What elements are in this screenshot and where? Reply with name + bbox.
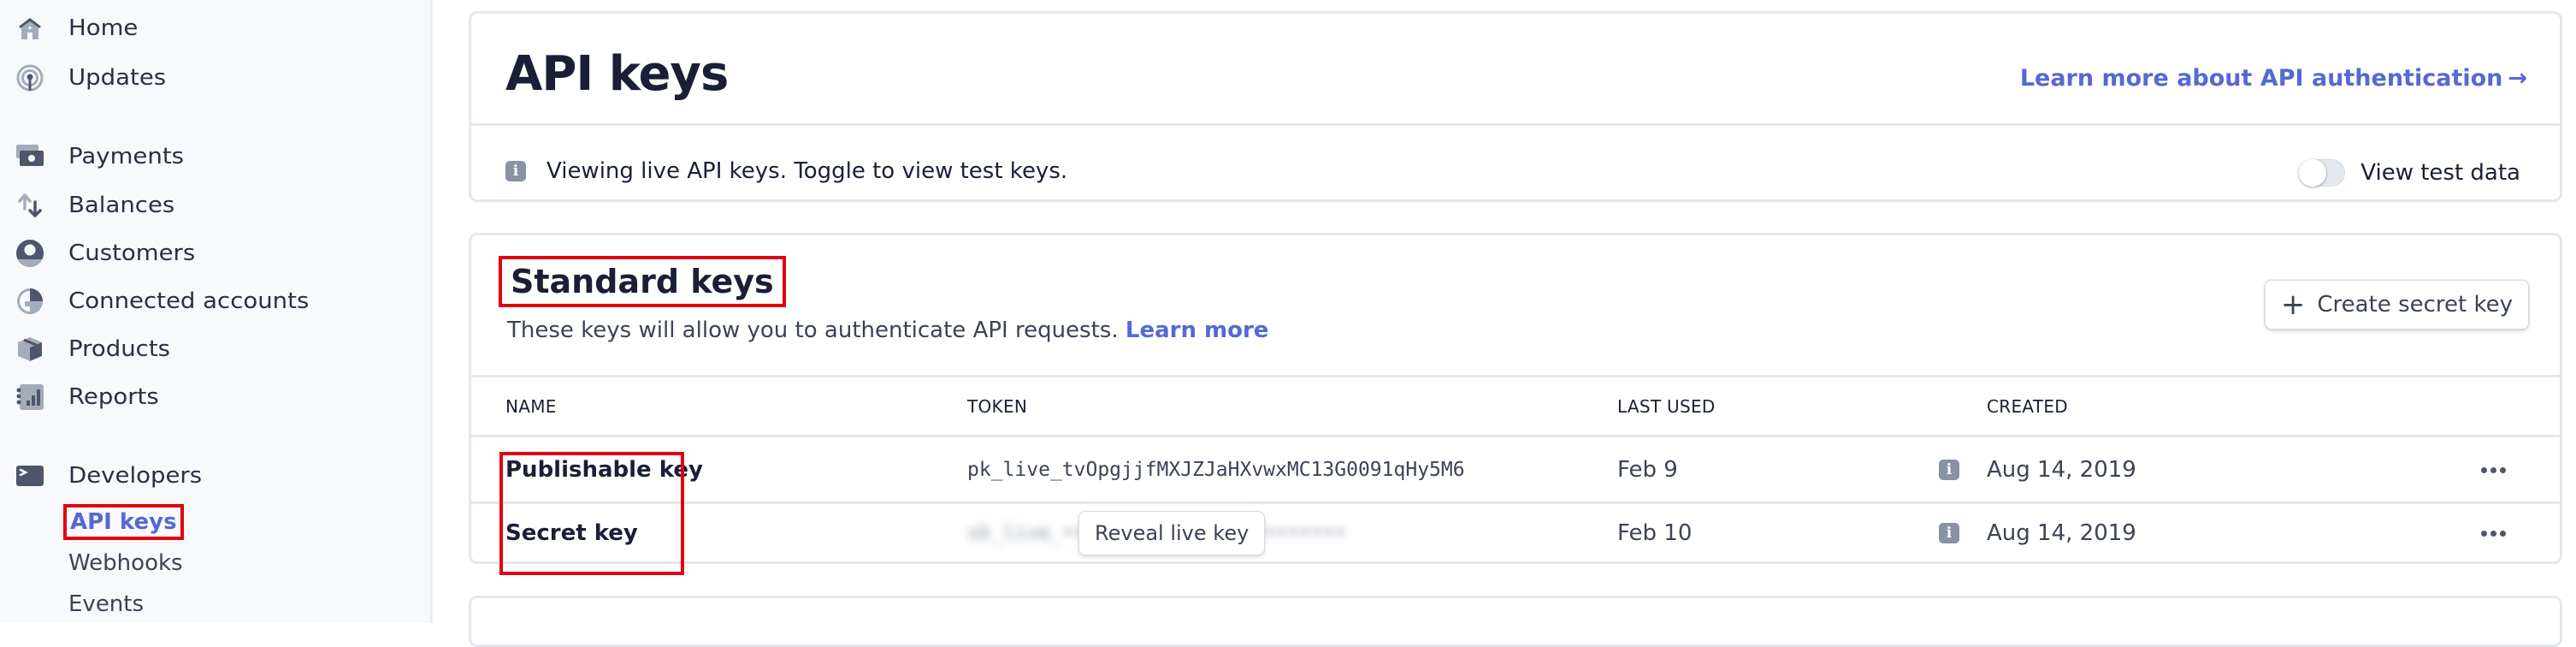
broadcast-icon (15, 63, 44, 92)
toggle-knob (2299, 159, 2327, 187)
key-created: Aug 14, 2019 (1987, 457, 2136, 483)
live-mode-notice: i Viewing live API keys. Toggle to view … (505, 151, 1067, 192)
sidebar: Home Updates Payments Balances Customers… (0, 0, 433, 623)
sidebar-item-label: Customers (68, 240, 196, 266)
sidebar-item-label: Updates (68, 65, 167, 91)
more-actions-button[interactable] (2481, 501, 2506, 566)
home-icon (15, 14, 44, 43)
view-test-data-toggle[interactable]: View test data (2299, 159, 2520, 187)
info-icon[interactable]: i (1939, 460, 1959, 480)
info-icon[interactable]: i (1939, 523, 1959, 543)
reports-icon (15, 383, 44, 412)
info-icon: i (505, 161, 526, 181)
column-header-name: NAME (505, 396, 557, 417)
sidebar-item-connected-accounts[interactable]: Connected accounts (15, 282, 309, 320)
terminal-icon (15, 461, 44, 490)
highlight-box: API keys (63, 504, 184, 540)
sidebar-item-balances[interactable]: Balances (15, 187, 174, 224)
sidebar-item-label: Products (68, 336, 171, 362)
column-header-last-used: LAST USED (1617, 396, 1716, 417)
info-icon-cell[interactable]: i (1939, 437, 1959, 502)
sidebar-item-updates[interactable]: Updates (15, 59, 166, 97)
key-last-used: Feb 9 (1617, 457, 1678, 483)
toggle-label: View test data (2360, 160, 2520, 186)
divider (471, 123, 2560, 126)
sidebar-item-label: Connected accounts (68, 288, 310, 314)
create-secret-key-button[interactable]: + Create secret key (2264, 280, 2529, 329)
key-name: Secret key (505, 520, 638, 546)
section-description: These keys will allow you to authenticat… (507, 318, 1268, 343)
column-header-created: CREATED (1987, 396, 2068, 417)
sidebar-item-home[interactable]: Home (15, 9, 138, 47)
secret-token-cell: sk_live_•••••••••••••••••••••••• Reveal … (967, 501, 1378, 566)
table-row: Secret key sk_live_•••••••••••••••••••••… (471, 501, 2560, 566)
balances-icon (15, 191, 44, 220)
sidebar-item-payments[interactable]: Payments (15, 138, 184, 175)
payments-icon (15, 142, 44, 171)
key-token[interactable]: pk_live_tvOpgjjfMXJZJaHXvwxMC13G0091qHy5… (967, 437, 1465, 502)
sidebar-item-label: Developers (68, 463, 203, 489)
page-title: API keys (505, 46, 729, 102)
learn-more-auth-link[interactable]: Learn more about API authentication → (2020, 65, 2527, 92)
more-dots-icon (2481, 530, 2506, 537)
sidebar-subitem-events[interactable]: Events (68, 587, 144, 621)
connected-accounts-icon (15, 287, 44, 316)
sidebar-subitem-api-keys[interactable]: API keys (63, 504, 184, 540)
description-text: These keys will allow you to authenticat… (507, 318, 1119, 343)
column-header-token: TOKEN (967, 396, 1028, 417)
customer-icon (15, 239, 44, 268)
notice-text: Viewing live API keys. Toggle to view te… (547, 158, 1068, 184)
sidebar-item-developers[interactable]: Developers (15, 457, 202, 495)
plus-icon: + (2280, 288, 2306, 322)
create-secret-key-label: Create secret key (2317, 292, 2513, 318)
table-row: Publishable key pk_live_tvOpgjjfMXJZJaHX… (471, 437, 2560, 502)
sidebar-item-label: Reports (68, 384, 159, 410)
key-name: Publishable key (505, 457, 703, 483)
sidebar-subitem-webhooks[interactable]: Webhooks (68, 546, 183, 580)
info-icon-cell[interactable]: i (1939, 501, 1959, 566)
api-keys-header-card: API keys Learn more about API authentica… (469, 11, 2562, 202)
sidebar-item-reports[interactable]: Reports (15, 378, 159, 416)
learn-more-auth-label: Learn more about API authentication (2019, 65, 2503, 92)
sidebar-item-label: Balances (68, 193, 175, 218)
more-dots-icon (2481, 466, 2506, 473)
section-title: Standard keys (499, 256, 786, 307)
sidebar-item-products[interactable]: Products (15, 330, 170, 368)
sidebar-item-customers[interactable]: Customers (15, 234, 195, 272)
standard-keys-card: Standard keys These keys will allow you … (469, 233, 2562, 575)
arrow-right-icon: → (2508, 65, 2527, 92)
reveal-live-key-button[interactable]: Reveal live key (1078, 511, 1266, 555)
toggle-switch[interactable] (2299, 159, 2346, 187)
key-created: Aug 14, 2019 (1987, 520, 2136, 546)
sidebar-item-label: Payments (68, 144, 185, 169)
more-actions-button[interactable] (2481, 437, 2506, 502)
sidebar-item-label: Home (68, 15, 139, 41)
product-box-icon (15, 335, 44, 364)
learn-more-link[interactable]: Learn more (1126, 318, 1269, 343)
divider (471, 375, 2560, 377)
next-section-card (469, 596, 2562, 647)
key-last-used: Feb 10 (1617, 520, 1693, 546)
